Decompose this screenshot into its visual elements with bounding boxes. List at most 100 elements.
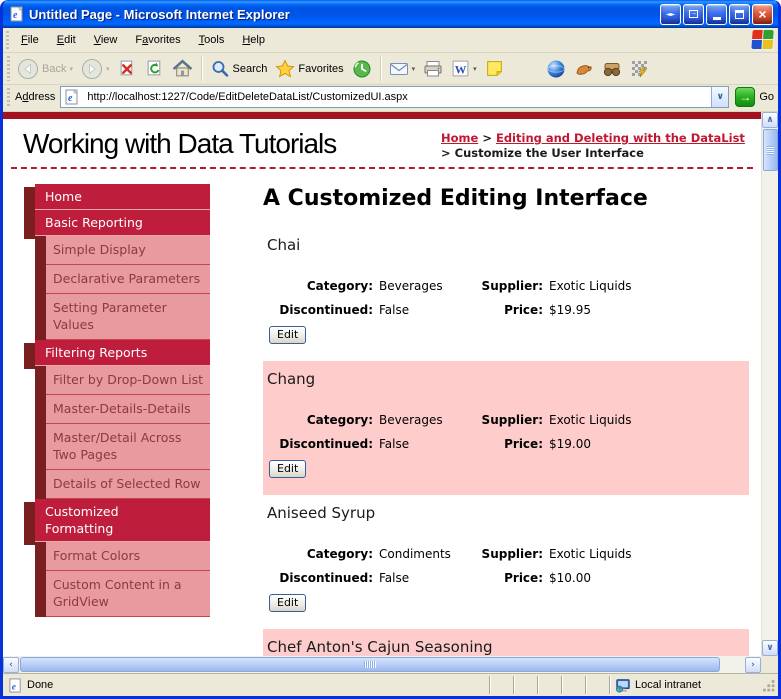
menu-item[interactable]: View xyxy=(85,30,127,50)
title-bar[interactable]: e Untitled Page - Microsoft Internet Exp… xyxy=(3,0,778,28)
sidebar-item[interactable]: Format Colors xyxy=(24,542,210,571)
scroll-up-button[interactable]: ∧ xyxy=(762,112,778,128)
print-button[interactable] xyxy=(419,57,447,80)
price-label: Price: xyxy=(504,571,543,585)
window-title: Untitled Page - Microsoft Internet Explo… xyxy=(29,6,290,22)
scroll-right-button[interactable]: › xyxy=(745,656,761,673)
address-label: Address xyxy=(15,91,56,103)
close-button[interactable]: × xyxy=(752,3,773,25)
refresh-button[interactable] xyxy=(141,57,168,80)
menu-item-label: Edit xyxy=(56,34,76,46)
history-button[interactable] xyxy=(348,57,376,81)
sidebar-item-label: Simple Display xyxy=(53,242,146,257)
sidebar-item[interactable]: Filter by Drop-Down List xyxy=(24,366,210,395)
supplier-value: Exotic Liquids xyxy=(549,279,632,293)
ie-page-icon: e xyxy=(9,677,21,693)
minimize-button[interactable] xyxy=(706,3,727,25)
edit-with-word-button[interactable]: W ▾ xyxy=(447,57,481,80)
toolbar-grip[interactable] xyxy=(7,88,10,106)
menu-item[interactable]: Tools xyxy=(190,30,234,50)
menu-item[interactable]: Help xyxy=(233,30,274,50)
horizontal-scrollbar-thumb[interactable] xyxy=(20,657,720,672)
home-button[interactable] xyxy=(168,57,197,80)
sidebar-item[interactable]: Basic Reporting xyxy=(24,210,210,239)
forward-caret-icon: ▾ xyxy=(105,65,110,73)
back-caret-icon: ▾ xyxy=(69,65,73,73)
sidebar-item[interactable]: Filtering Reports xyxy=(24,340,210,369)
favorites-button[interactable]: Favorites xyxy=(271,57,347,81)
back-icon xyxy=(18,58,38,79)
popout-button[interactable]: → xyxy=(683,3,704,25)
scroll-down-button[interactable]: ∨ xyxy=(762,640,778,656)
sidebar-rail xyxy=(35,236,46,265)
discontinued-label: Discontinued: xyxy=(279,437,373,451)
supplier-label: Supplier: xyxy=(481,279,543,293)
find-button[interactable] xyxy=(598,57,626,81)
stop-button[interactable] xyxy=(114,57,141,80)
edit-button[interactable]: Edit xyxy=(269,460,307,478)
menu-item[interactable]: File xyxy=(12,30,48,50)
addon-button[interactable] xyxy=(626,57,654,81)
back-button[interactable]: Back ▾ xyxy=(13,56,77,82)
close-icon: × xyxy=(758,6,767,22)
sidebar-item[interactable]: Details of Selected Row xyxy=(24,470,210,499)
edit-button[interactable]: Edit xyxy=(269,326,307,344)
sidebar-item[interactable]: Master/Detail Across Two Pages xyxy=(24,424,210,470)
sidebar-item[interactable]: Master-Details-Details xyxy=(24,395,210,424)
breadcrumb-link[interactable]: Home xyxy=(441,131,478,145)
search-label: Search xyxy=(232,62,268,75)
sidebar-rail xyxy=(35,294,46,340)
vertical-scrollbar-thumb[interactable] xyxy=(762,129,778,171)
discontinued-label: Discontinued: xyxy=(279,303,373,317)
discuss-note-icon xyxy=(486,61,502,76)
research-button[interactable] xyxy=(570,57,598,81)
product-item: Chef Anton's Cajun Seasoning Category: S… xyxy=(263,629,749,656)
sidebar-item-label: Master/Detail Across Two Pages xyxy=(53,430,182,462)
toolbar-grip[interactable] xyxy=(7,56,10,81)
toolbar-separator xyxy=(379,56,381,81)
menu-item[interactable]: Favorites xyxy=(126,30,189,50)
sidebar-item[interactable]: Custom Content in a GridView xyxy=(24,571,210,617)
product-list: Chai Category: Beverages Supplier: Exoti… xyxy=(263,227,749,656)
sidebar-item-label: Details of Selected Row xyxy=(53,476,201,491)
price-label: Price: xyxy=(504,303,543,317)
sidebar-item[interactable]: Home xyxy=(24,184,210,213)
svg-text:e: e xyxy=(68,93,73,104)
grid-lightning-icon xyxy=(631,60,647,77)
address-dropdown-button[interactable]: ∨ xyxy=(711,87,729,107)
product-fields: Category: Condiments Supplier: Exotic Li… xyxy=(269,547,739,586)
sidebar-item[interactable]: Customized Formatting xyxy=(24,499,210,545)
maximize-button[interactable] xyxy=(729,3,750,25)
search-button[interactable]: Search xyxy=(206,57,272,81)
go-button[interactable]: → Go xyxy=(735,87,774,107)
horizontal-scrollbar[interactable]: ‹ › xyxy=(3,656,778,673)
resize-grip[interactable] xyxy=(761,678,776,693)
toolbar-grip[interactable] xyxy=(6,31,9,49)
stop-icon xyxy=(120,60,132,76)
svg-text:W: W xyxy=(455,63,467,76)
site-title: Working with Data Tutorials xyxy=(23,128,337,159)
sidebar-rail xyxy=(35,265,46,294)
sidebar-rail xyxy=(24,502,35,545)
sidebar-item[interactable]: Simple Display xyxy=(24,236,210,265)
breadcrumb-link[interactable]: Editing and Deleting with the DataList xyxy=(496,131,745,145)
menu-items: File Edit View Favorites Tools Help xyxy=(12,30,274,50)
menu-item[interactable]: Edit xyxy=(48,30,85,50)
breadcrumb-current: Customize the User Interface xyxy=(454,146,644,160)
ie-page-icon: e xyxy=(65,89,78,105)
sidebar-item[interactable]: Setting Parameter Values xyxy=(24,294,210,340)
product-name: Aniseed Syrup xyxy=(267,504,376,522)
forward-button[interactable]: ▾ xyxy=(77,56,114,82)
mail-button[interactable]: ▾ xyxy=(385,58,420,79)
sidebar-item-label: Setting Parameter Values xyxy=(53,300,167,332)
pan-left-right-button[interactable]: ◄► xyxy=(660,3,681,25)
discuss-button[interactable] xyxy=(481,57,508,80)
edit-button[interactable]: Edit xyxy=(269,594,307,612)
address-url[interactable]: http://localhost:1227/Code/EditDeleteDat… xyxy=(87,91,711,103)
address-field[interactable]: e http://localhost:1227/Code/EditDeleteD… xyxy=(60,86,730,108)
search-icon xyxy=(212,60,228,77)
vertical-scrollbar[interactable]: ∧ ∨ xyxy=(761,112,778,656)
messenger-button[interactable] xyxy=(542,57,570,81)
sidebar-item[interactable]: Declarative Parameters xyxy=(24,265,210,294)
scroll-left-button[interactable]: ‹ xyxy=(3,656,19,673)
